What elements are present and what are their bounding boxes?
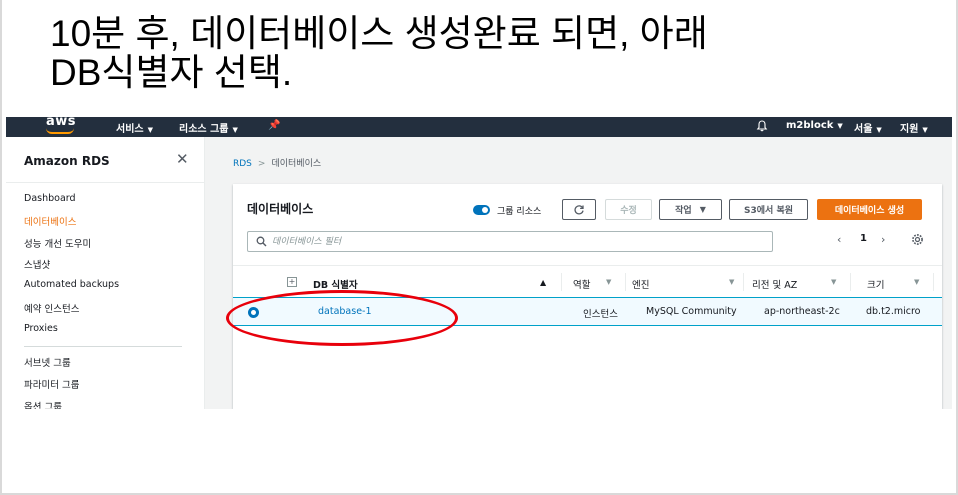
- restore-from-s3-button[interactable]: S3에서 복원: [729, 199, 808, 220]
- sidebar-item-automated-backups[interactable]: Automated backups: [24, 279, 119, 290]
- sidebar-item-dashboard[interactable]: Dashboard: [24, 193, 76, 204]
- account-label: m2block: [786, 120, 834, 131]
- cell-engine: MySQL Community: [646, 306, 737, 317]
- region-menu[interactable]: 서울 ▼: [854, 120, 882, 135]
- search-icon: [256, 236, 267, 247]
- caret-down-icon: ▼: [699, 205, 706, 214]
- cell-size: db.t2.micro: [866, 306, 921, 317]
- sidebar-item-performance-insights[interactable]: 성능 개선 도우미: [24, 236, 91, 250]
- chevron-down-icon: ▼: [922, 126, 928, 134]
- chevron-down-icon: ▼: [837, 122, 843, 130]
- slide-heading-line-2: DB식별자 선택.: [50, 52, 293, 93]
- sort-caret-down-icon[interactable]: ▼: [914, 278, 919, 286]
- database-filter-input[interactable]: [272, 234, 762, 249]
- sort-caret-down-icon[interactable]: ▼: [606, 278, 611, 286]
- sort-ascending-icon[interactable]: ▲: [540, 278, 546, 287]
- slide-heading: 10분 후, 데이터베이스 생성완료 되면, 아래 DB식별자 선택.: [50, 14, 910, 92]
- sidebar-item-databases[interactable]: 데이터베이스: [24, 214, 76, 228]
- next-page-chevron-icon[interactable]: ›: [881, 233, 885, 246]
- cell-role: 인스턴스: [583, 309, 618, 320]
- region-label: 서울: [854, 124, 873, 135]
- sidebar-title: Amazon RDS: [24, 154, 110, 168]
- close-icon[interactable]: ✕: [176, 150, 189, 168]
- resource-groups-label: 리소스 그룹: [179, 124, 229, 135]
- sidebar-item-subnet-groups[interactable]: 서브넷 그룹: [24, 355, 71, 369]
- sort-caret-down-icon[interactable]: ▼: [729, 278, 734, 286]
- group-resources-label: 그룹 리소스: [497, 207, 542, 217]
- sort-caret-down-icon[interactable]: ▼: [831, 278, 836, 286]
- sidebar-divider: [6, 182, 205, 183]
- aws-logo-smile-icon: [46, 128, 74, 134]
- panel-title: 데이터베이스: [247, 202, 314, 216]
- modify-button[interactable]: 수정: [605, 199, 652, 220]
- services-menu-label: 서비스: [116, 124, 144, 135]
- sidebar-item-proxies[interactable]: Proxies: [24, 323, 58, 334]
- chevron-down-icon: ▼: [876, 126, 882, 134]
- chevron-right-icon: >: [257, 159, 266, 169]
- database-filter-box[interactable]: [247, 231, 773, 252]
- account-menu[interactable]: m2block ▼: [786, 120, 843, 131]
- services-menu[interactable]: 서비스 ▼: [116, 120, 153, 135]
- create-database-button[interactable]: 데이터베이스 생성: [817, 199, 922, 220]
- sidebar-item-option-groups[interactable]: 옵션 그룹: [24, 399, 62, 409]
- group-resources-toggle[interactable]: [473, 205, 490, 215]
- breadcrumb-rds-link[interactable]: RDS: [233, 159, 252, 169]
- expand-all-icon[interactable]: +: [287, 277, 297, 287]
- breadcrumb: RDS > 데이터베이스: [233, 156, 321, 169]
- column-separator: [743, 273, 744, 291]
- column-separator: [933, 273, 934, 291]
- column-separator: [561, 273, 562, 291]
- chevron-down-icon: ▼: [147, 126, 153, 134]
- sidebar-divider: [24, 346, 182, 347]
- support-label: 지원: [900, 124, 919, 135]
- column-separator: [625, 273, 626, 291]
- bell-icon[interactable]: [756, 120, 768, 132]
- refresh-icon: [574, 204, 584, 214]
- chevron-down-icon: ▼: [232, 126, 238, 134]
- column-header-db-identifier[interactable]: DB 식별자: [313, 277, 358, 291]
- page-number[interactable]: 1: [860, 233, 867, 244]
- previous-page-chevron-icon[interactable]: ‹: [837, 233, 841, 246]
- breadcrumb-current: 데이터베이스: [271, 159, 322, 169]
- sidebar-item-parameter-groups[interactable]: 파라미터 그룹: [24, 377, 79, 391]
- gear-icon[interactable]: [911, 233, 924, 246]
- sidebar-item-reserved-instances[interactable]: 예약 인스턴스: [24, 301, 79, 315]
- column-separator: [850, 273, 851, 291]
- slide-heading-line-1: 10분 후, 데이터베이스 생성완료 되면, 아래: [50, 13, 708, 54]
- column-header-role[interactable]: 역할: [573, 277, 590, 291]
- pin-icon[interactable]: 📌: [268, 120, 280, 131]
- actions-button[interactable]: 작업 ▼: [659, 199, 722, 220]
- sidebar-item-snapshots[interactable]: 스냅샷: [24, 257, 50, 271]
- actions-button-label: 작업: [675, 206, 692, 216]
- column-header-engine[interactable]: 엔진: [632, 277, 649, 291]
- annotation-circle: [226, 290, 458, 346]
- cell-region-az: ap-northeast-2c: [764, 306, 840, 317]
- column-header-size[interactable]: 크기: [867, 277, 884, 291]
- column-header-region-az[interactable]: 리전 및 AZ: [752, 277, 797, 291]
- support-menu[interactable]: 지원 ▼: [900, 120, 928, 135]
- resource-groups-menu[interactable]: 리소스 그룹 ▼: [179, 120, 238, 135]
- refresh-button[interactable]: [562, 199, 596, 220]
- top-navigation-bar: aws 서비스 ▼ 리소스 그룹 ▼ 📌 m2block ▼ 서울 ▼ 지원 ▼: [6, 117, 952, 137]
- rds-console-screenshot: aws 서비스 ▼ 리소스 그룹 ▼ 📌 m2block ▼ 서울 ▼ 지원 ▼ Amaz…: [6, 117, 952, 409]
- sidebar: Amazon RDS ✕ Dashboard 데이터베이스 성능 개선 도우미 …: [6, 137, 205, 409]
